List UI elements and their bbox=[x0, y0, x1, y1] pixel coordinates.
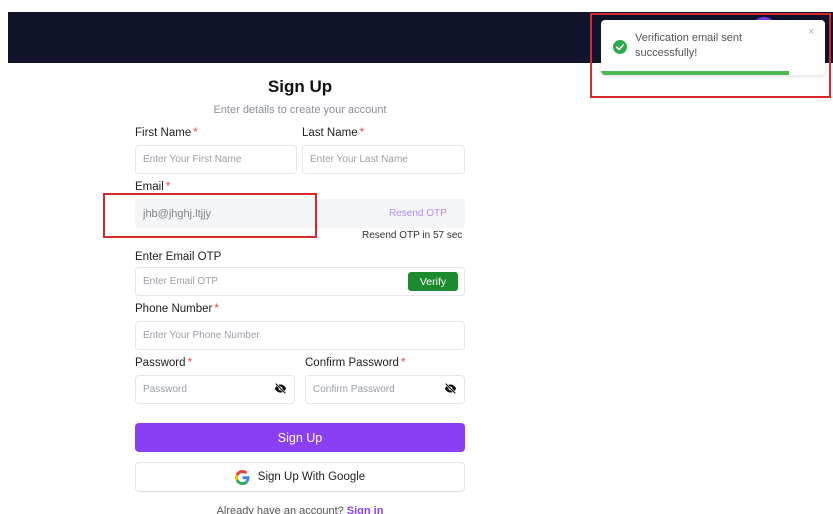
google-button-label: Sign Up With Google bbox=[257, 471, 366, 483]
page-subtitle: Enter details to create your account bbox=[213, 104, 387, 116]
phone-input[interactable]: Enter Your Phone Number bbox=[135, 321, 465, 350]
page-title: Sign Up bbox=[267, 77, 333, 96]
required-marker: * bbox=[187, 357, 192, 369]
google-logo-icon bbox=[234, 469, 250, 485]
last-name-input[interactable]: Enter Your Last Name bbox=[302, 145, 465, 174]
resend-otp-timer: Resend OTP in 57 sec bbox=[362, 230, 463, 241]
confirm-password-input[interactable]: Confirm Password bbox=[305, 375, 465, 404]
first-name-input[interactable]: Enter Your First Name bbox=[135, 145, 297, 174]
confirm-password-label: Confirm Password * bbox=[305, 357, 406, 369]
required-marker: * bbox=[359, 127, 365, 139]
google-sign-up-button[interactable]: Sign Up With Google bbox=[135, 462, 465, 492]
required-marker: * bbox=[214, 303, 219, 315]
password-input[interactable]: Password bbox=[135, 375, 295, 404]
otp-label: Enter Email OTP bbox=[135, 251, 222, 263]
signup-form: Sign Up Enter details to create your acc… bbox=[135, 0, 465, 514]
eye-slash-icon[interactable] bbox=[444, 382, 457, 395]
password-label: Password * bbox=[135, 357, 192, 369]
required-marker: * bbox=[400, 357, 406, 369]
required-marker: * bbox=[193, 127, 198, 139]
highlight-box-email bbox=[103, 193, 317, 238]
eye-slash-icon[interactable] bbox=[274, 382, 287, 395]
phone-label: Phone Number * bbox=[135, 303, 219, 315]
highlight-box-toast bbox=[590, 13, 831, 98]
required-marker: * bbox=[165, 181, 171, 193]
first-name-label: First Name * bbox=[135, 127, 198, 139]
signin-prompt: Already have an account? Sign in bbox=[135, 505, 465, 514]
sign-up-button[interactable]: Sign Up bbox=[135, 423, 465, 452]
last-name-label: Last Name * bbox=[302, 127, 365, 139]
verify-button[interactable]: Verify bbox=[408, 272, 458, 291]
resend-otp-link[interactable]: Resend OTP bbox=[389, 208, 447, 219]
email-label: Email * bbox=[135, 181, 171, 193]
sign-in-link[interactable]: Sign in bbox=[347, 505, 384, 514]
